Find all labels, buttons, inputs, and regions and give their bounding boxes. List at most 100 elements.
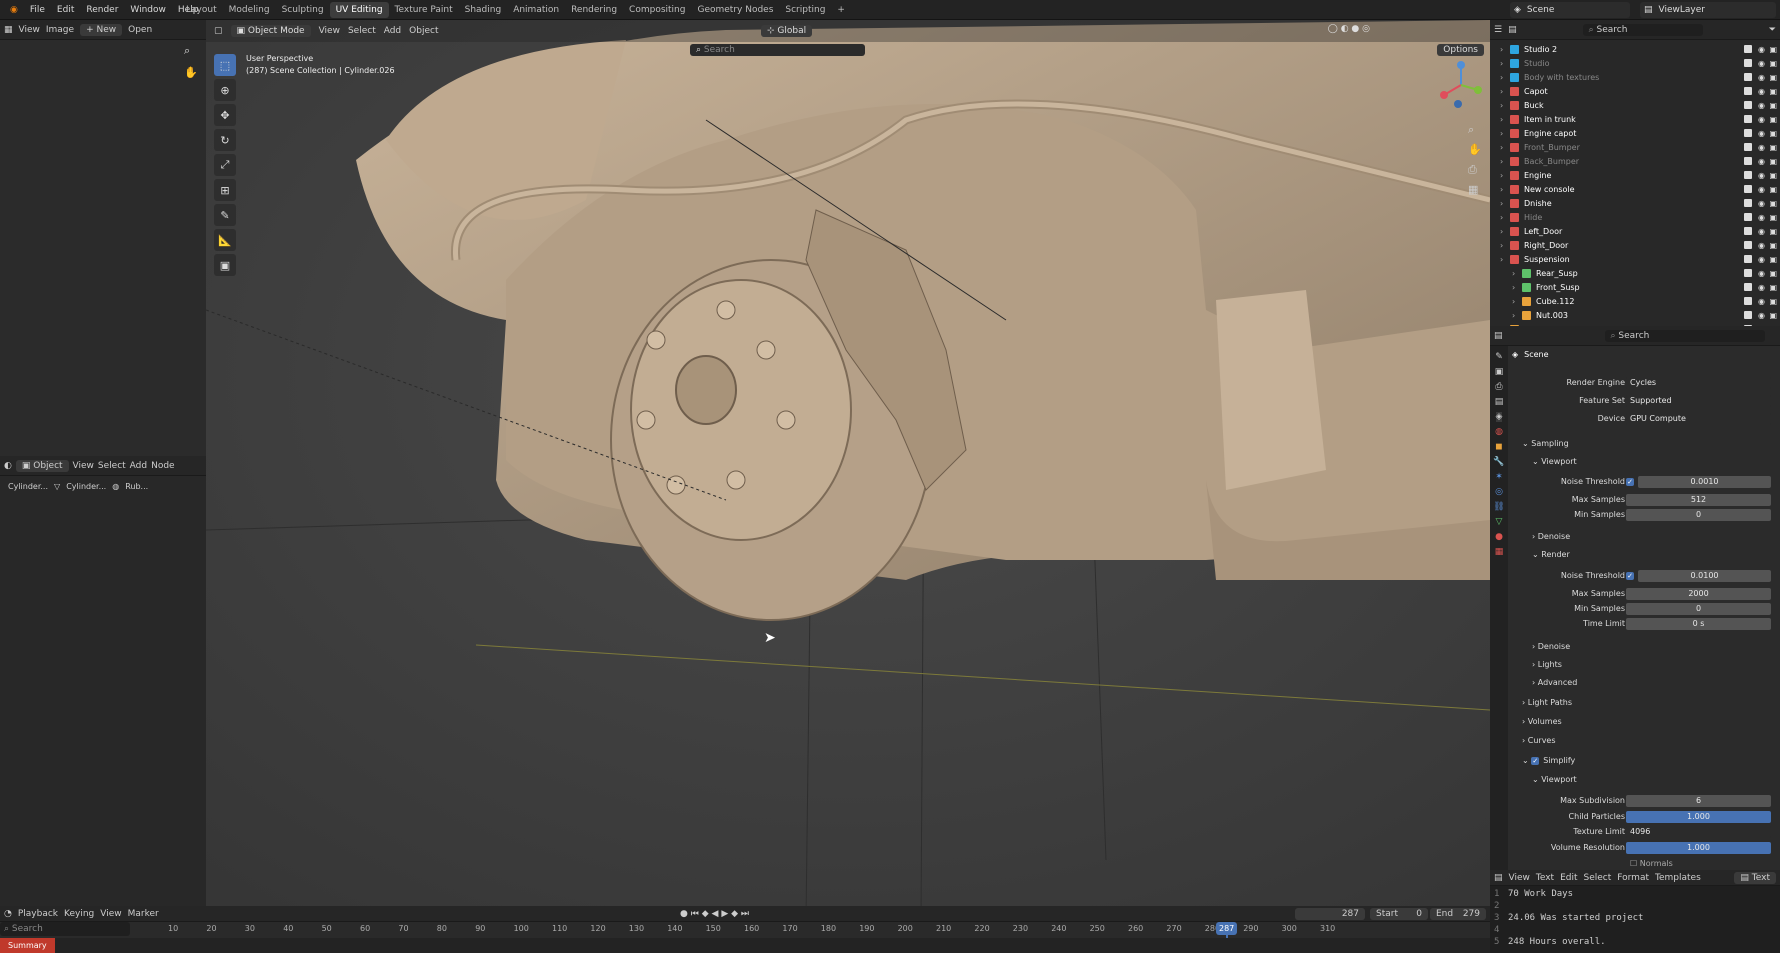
- exclude-checkbox[interactable]: [1744, 283, 1752, 291]
- menu-edit[interactable]: Edit: [51, 5, 80, 15]
- hand-pan-icon[interactable]: ✋: [184, 66, 198, 79]
- measure-tool-icon[interactable]: 📐: [214, 229, 236, 251]
- render-camera-icon[interactable]: ▣: [1769, 73, 1777, 82]
- next-key-icon[interactable]: ◆: [731, 909, 738, 919]
- simplify-viewport-header[interactable]: ⌄ Viewport: [1532, 775, 1577, 784]
- options-button[interactable]: Options: [1437, 44, 1484, 56]
- transform-tool-icon[interactable]: ⊞: [214, 179, 236, 201]
- menu-file[interactable]: File: [24, 5, 51, 15]
- expand-arrow-icon[interactable]: ›: [1500, 213, 1503, 222]
- exclude-checkbox[interactable]: [1744, 171, 1752, 179]
- texture-limit-dropdown[interactable]: 4096: [1626, 826, 1771, 838]
- tab-geometry-nodes[interactable]: Geometry Nodes: [691, 2, 779, 18]
- expand-arrow-icon[interactable]: ›: [1512, 269, 1515, 278]
- left-node-menu[interactable]: Node: [151, 461, 175, 471]
- object-tab-icon[interactable]: ◼: [1495, 442, 1502, 452]
- expand-arrow-icon[interactable]: ›: [1500, 115, 1503, 124]
- tab-layout[interactable]: Layout: [180, 2, 223, 18]
- render-camera-icon[interactable]: ▣: [1769, 129, 1777, 138]
- expand-arrow-icon[interactable]: ›: [1500, 101, 1503, 110]
- outliner-row[interactable]: › Studio 2 ◉ ▣: [1490, 42, 1780, 56]
- visibility-eye-icon[interactable]: ◉: [1758, 199, 1765, 208]
- marker-menu[interactable]: Marker: [128, 909, 159, 919]
- add-workspace-icon[interactable]: +: [831, 2, 851, 18]
- text-editor-icon[interactable]: ▤: [1494, 873, 1503, 883]
- outliner-row[interactable]: › Rear_Susp ◉ ▣: [1490, 266, 1780, 280]
- visibility-eye-icon[interactable]: ◉: [1758, 213, 1765, 222]
- render-camera-icon[interactable]: ▣: [1769, 157, 1777, 166]
- view-layer-selector[interactable]: ▤ ViewLayer: [1640, 2, 1776, 18]
- exclude-checkbox[interactable]: [1744, 185, 1752, 193]
- outliner-row[interactable]: › Studio ◉ ▣: [1490, 56, 1780, 70]
- lights-header[interactable]: › Lights: [1532, 660, 1562, 669]
- expand-arrow-icon[interactable]: ›: [1500, 157, 1503, 166]
- exclude-checkbox[interactable]: [1744, 157, 1752, 165]
- render-camera-icon[interactable]: ▣: [1769, 227, 1777, 236]
- advanced-header[interactable]: › Advanced: [1532, 678, 1577, 687]
- tab-modeling[interactable]: Modeling: [223, 2, 276, 18]
- outliner-row[interactable]: › New console ◉ ▣: [1490, 182, 1780, 196]
- outliner-row[interactable]: › Suspension ◉ ▣: [1490, 252, 1780, 266]
- properties-search[interactable]: ⌕ Search: [1604, 329, 1765, 342]
- vp-noise-threshold-checkbox[interactable]: ✓: [1626, 478, 1634, 486]
- pan-view-icon[interactable]: ✋: [1468, 140, 1482, 160]
- expand-arrow-icon[interactable]: ›: [1500, 129, 1503, 138]
- render-camera-icon[interactable]: ▣: [1769, 213, 1777, 222]
- outliner-row[interactable]: › Nut.003 ◉ ▣: [1490, 308, 1780, 322]
- exclude-checkbox[interactable]: [1744, 115, 1752, 123]
- feature-set-dropdown[interactable]: Supported: [1626, 395, 1771, 407]
- outliner-editor-icon[interactable]: ☰: [1494, 25, 1502, 35]
- vp-noise-threshold-field[interactable]: 0.0010: [1638, 476, 1771, 488]
- frame-ruler[interactable]: 10 20 30 40 50 60 70 80 90 100 110 120 130 140 150 160 1…: [130, 922, 1360, 936]
- navigation-gizmo[interactable]: [1436, 60, 1486, 110]
- exclude-checkbox[interactable]: [1744, 241, 1752, 249]
- outliner-row[interactable]: › Left_Door ◉ ▣: [1490, 224, 1780, 238]
- outliner-row[interactable]: › Right_Door ◉ ▣: [1490, 238, 1780, 252]
- expand-arrow-icon[interactable]: ›: [1500, 45, 1503, 54]
- display-mode-icon[interactable]: ▤: [1508, 25, 1517, 35]
- viewport-add-menu[interactable]: Add: [384, 26, 401, 36]
- volume-resolution-field[interactable]: 1.000: [1626, 842, 1771, 854]
- visibility-eye-icon[interactable]: ◉: [1758, 241, 1765, 250]
- visibility-eye-icon[interactable]: ◉: [1758, 255, 1765, 264]
- expand-arrow-icon[interactable]: ›: [1512, 297, 1515, 306]
- camera-view-icon[interactable]: ⎙: [1468, 160, 1482, 180]
- time-limit-field[interactable]: 0 s: [1626, 618, 1771, 630]
- filter-icon[interactable]: ⏷: [1769, 25, 1776, 35]
- modifier-tab-icon[interactable]: 🔧: [1493, 457, 1504, 467]
- exclude-checkbox[interactable]: [1744, 59, 1752, 67]
- image-menu[interactable]: Image: [46, 25, 74, 35]
- outliner-row[interactable]: › Back_Bumper ◉ ▣: [1490, 154, 1780, 168]
- image-new-button[interactable]: + New: [80, 23, 123, 36]
- playback-menu[interactable]: Playback: [18, 909, 58, 919]
- image-view-menu[interactable]: View: [19, 25, 40, 35]
- exclude-checkbox[interactable]: [1744, 45, 1752, 53]
- visibility-eye-icon[interactable]: ◉: [1758, 297, 1765, 306]
- render-camera-icon[interactable]: ▣: [1769, 87, 1777, 96]
- expand-arrow-icon[interactable]: ›: [1512, 283, 1515, 292]
- outliner-row[interactable]: › Front_Susp ◉ ▣: [1490, 280, 1780, 294]
- visibility-eye-icon[interactable]: ◉: [1758, 311, 1765, 320]
- render-subpanel-header[interactable]: ⌄ Render: [1532, 550, 1570, 559]
- left-view-menu[interactable]: View: [73, 461, 94, 471]
- viewport-editor-icon[interactable]: ▢: [214, 26, 223, 36]
- material-tab-icon[interactable]: ●: [1495, 532, 1503, 542]
- outliner-row[interactable]: › Hide ◉ ▣: [1490, 210, 1780, 224]
- visibility-eye-icon[interactable]: ◉: [1758, 115, 1765, 124]
- expand-arrow-icon[interactable]: ›: [1500, 59, 1503, 68]
- visibility-eye-icon[interactable]: ◉: [1758, 101, 1765, 110]
- visibility-eye-icon[interactable]: ◉: [1758, 73, 1765, 82]
- exclude-checkbox[interactable]: [1744, 227, 1752, 235]
- exclude-checkbox[interactable]: [1744, 297, 1752, 305]
- render-camera-icon[interactable]: ▣: [1769, 171, 1777, 180]
- menu-render[interactable]: Render: [80, 5, 124, 15]
- r-noise-threshold-field[interactable]: 0.0100: [1638, 570, 1771, 582]
- tool-tab-icon[interactable]: ✎: [1495, 352, 1503, 362]
- crumb-object[interactable]: Cylinder...: [8, 482, 48, 491]
- expand-arrow-icon[interactable]: ›: [1500, 87, 1503, 96]
- expand-arrow-icon[interactable]: ›: [1500, 241, 1503, 250]
- viewport-object-menu[interactable]: Object: [409, 26, 438, 36]
- exclude-checkbox[interactable]: [1744, 143, 1752, 151]
- visibility-eye-icon[interactable]: ◉: [1758, 171, 1765, 180]
- tab-sculpting[interactable]: Sculpting: [276, 2, 330, 18]
